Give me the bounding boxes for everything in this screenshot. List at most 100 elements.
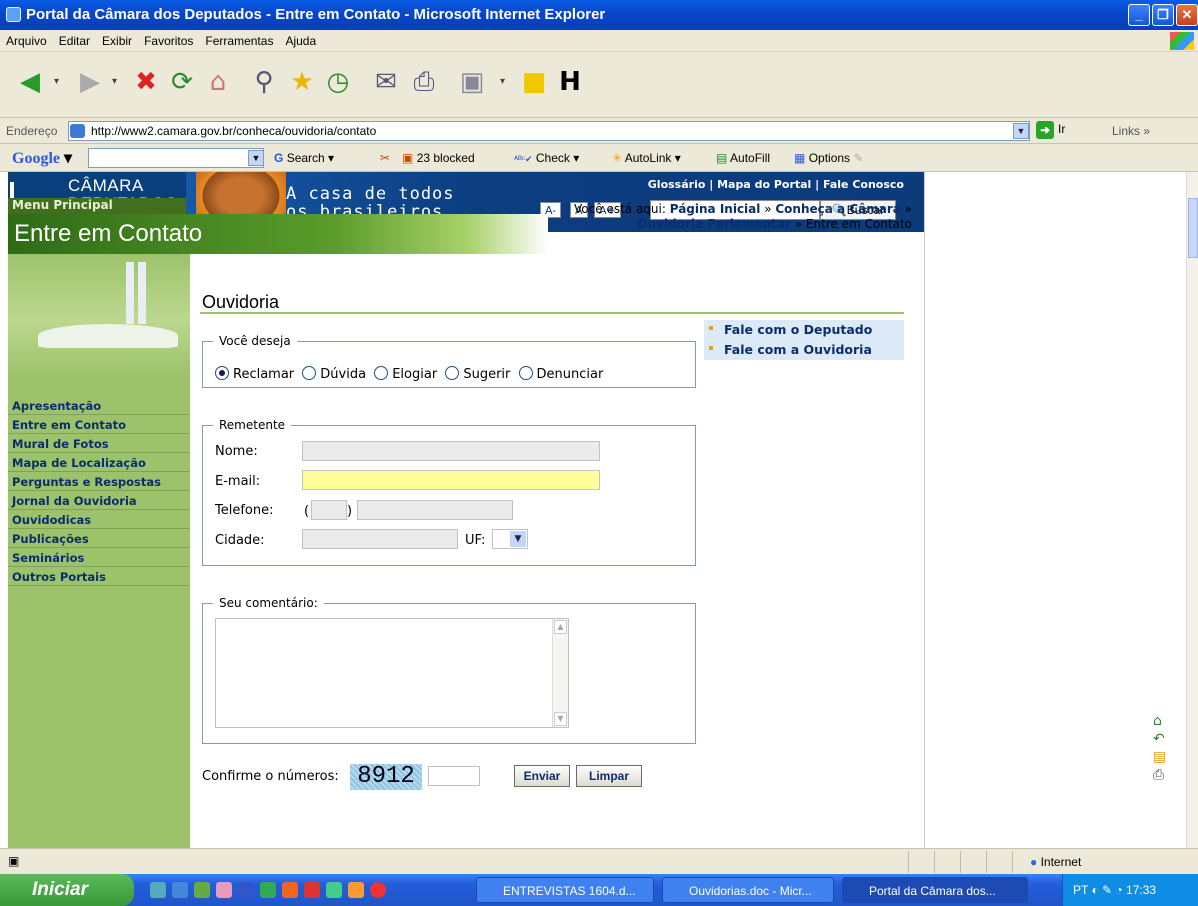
edit-icon[interactable]: ▣: [452, 60, 492, 104]
quicklaunch-browser-icon[interactable]: [172, 882, 188, 898]
task-ouvidorias[interactable]: Ouvidorias.doc - Micr...: [662, 877, 834, 903]
minimize-button[interactable]: _: [1128, 4, 1150, 26]
quicklaunch-excel-icon[interactable]: [260, 882, 276, 898]
note-tool-icon[interactable]: ▤: [1153, 748, 1166, 766]
stop-icon[interactable]: ✖: [126, 60, 166, 104]
history-icon[interactable]: ◷: [318, 60, 358, 104]
options-button[interactable]: ▦ Options ✎: [794, 151, 863, 165]
radio-denunciar[interactable]: [518, 366, 533, 380]
phone-number-field[interactable]: [357, 500, 513, 520]
autofill-button[interactable]: ▤ AutoFill: [716, 151, 770, 165]
go-label: Ir: [1058, 122, 1066, 137]
scroll-thumb[interactable]: [1188, 198, 1198, 258]
search-icon[interactable]: ⚲: [244, 60, 284, 104]
home-icon[interactable]: ⌂: [198, 60, 238, 104]
menu-exibir[interactable]: Exibir: [96, 30, 138, 48]
popup-blocker-button[interactable]: ▣ 23 blocked: [402, 151, 475, 165]
address-input[interactable]: http://www2.camara.gov.br/conheca/ouvido…: [68, 121, 1030, 141]
start-button[interactable]: Iniciar: [0, 874, 134, 906]
page-scrollbar[interactable]: [1186, 172, 1198, 848]
back-tool-icon[interactable]: ↶: [1153, 730, 1166, 748]
phone-area-code-field[interactable]: [311, 500, 347, 520]
quicklaunch-record-icon[interactable]: [370, 882, 386, 898]
nav-seminarios[interactable]: Seminários: [8, 548, 190, 567]
close-button[interactable]: ✕: [1176, 4, 1198, 26]
maximize-button[interactable]: ❐: [1152, 4, 1174, 26]
refresh-icon[interactable]: ⟳: [162, 60, 202, 104]
send-button[interactable]: Enviar: [514, 765, 570, 787]
radio-reclamar[interactable]: [215, 366, 229, 380]
nav-publicacoes[interactable]: Publicações: [8, 529, 190, 548]
wish-radio-group: Reclamar Dúvida Elogiar Sugerir Denuncia…: [215, 366, 607, 382]
nav-outros-portais[interactable]: Outros Portais: [8, 567, 190, 586]
google-logo[interactable]: Google ▾: [12, 148, 72, 168]
menu-favoritos[interactable]: Favoritos: [138, 30, 199, 48]
quicklaunch-firefox-icon[interactable]: [282, 882, 298, 898]
link-fale-com-deputado[interactable]: Fale com o Deputado: [704, 320, 904, 340]
menu-ferramentas[interactable]: Ferramentas: [199, 30, 279, 48]
main-nav: Apresentação Entre em Contato Mural de F…: [8, 396, 190, 586]
go-button[interactable]: ➜ Ir: [1036, 121, 1065, 139]
menu-header: Menu Principal: [8, 198, 186, 214]
print-icon[interactable]: ⎙: [404, 60, 444, 104]
scroll-up-icon[interactable]: ▲: [554, 620, 567, 634]
nav-apresentacao[interactable]: Apresentação: [8, 396, 190, 415]
breadcrumb-home[interactable]: Página Inicial: [670, 202, 761, 216]
google-dropdown[interactable]: ▼: [248, 150, 264, 166]
links-button[interactable]: Links »: [1112, 124, 1150, 138]
spell-check-button[interactable]: ᴬᴮᶜ✔ Check ▾: [514, 151, 579, 165]
breadcrumb-ouvidoria[interactable]: Ouvidoria Parlamentar: [637, 217, 790, 231]
go-arrow-icon: ➜: [1036, 121, 1054, 139]
quicklaunch-ie-icon[interactable]: [150, 882, 166, 898]
messenger-icon[interactable]: ■: [514, 60, 554, 104]
nav-perguntas-e-respostas[interactable]: Perguntas e Respostas: [8, 472, 190, 491]
quicklaunch-app-icon[interactable]: [194, 882, 210, 898]
nav-mapa-de-localizacao[interactable]: Mapa de Localização: [8, 453, 190, 472]
forward-icon[interactable]: ▶: [70, 60, 110, 104]
menu-editar[interactable]: Editar: [53, 30, 96, 48]
h-icon[interactable]: H: [550, 60, 590, 104]
favorites-icon[interactable]: ★: [282, 60, 322, 104]
clear-button[interactable]: Limpar: [576, 765, 642, 787]
city-field[interactable]: [302, 529, 458, 549]
radio-duvida-label: Dúvida: [320, 367, 367, 382]
back-icon[interactable]: ◀: [10, 60, 50, 104]
quicklaunch-ae-icon[interactable]: [304, 882, 320, 898]
link-fale-com-ouvidoria[interactable]: Fale com a Ouvidoria: [704, 340, 904, 360]
menu-ajuda[interactable]: Ajuda: [279, 30, 322, 48]
radio-duvida[interactable]: [302, 366, 317, 380]
language-indicator[interactable]: PT: [1073, 883, 1088, 897]
task-entrevistas[interactable]: ENTREVISTAS 1604.d...: [476, 877, 654, 903]
address-dropdown[interactable]: ▼: [1013, 123, 1029, 139]
uf-select[interactable]: ▼: [492, 529, 528, 549]
home-tool-icon[interactable]: ⌂: [1153, 712, 1166, 730]
quicklaunch-word-icon[interactable]: [238, 882, 254, 898]
nav-jornal-da-ouvidoria[interactable]: Jornal da Ouvidoria: [8, 491, 190, 510]
comment-textarea[interactable]: ▲ ▼: [215, 618, 569, 728]
quicklaunch-player-icon[interactable]: [348, 882, 364, 898]
nav-ouvidodicas[interactable]: Ouvidodicas: [8, 510, 190, 529]
google-search-input[interactable]: [88, 148, 264, 168]
nav-entre-em-contato[interactable]: Entre em Contato: [8, 415, 190, 434]
nav-mural-de-fotos[interactable]: Mural de Fotos: [8, 434, 190, 453]
mail-icon[interactable]: ✉: [366, 60, 406, 104]
comment-scrollbar[interactable]: ▲ ▼: [552, 619, 568, 727]
autolink-button[interactable]: ✳ AutoLink ▾: [612, 151, 681, 165]
breadcrumb-conheca[interactable]: Conheça a Câmara: [775, 202, 900, 216]
name-field[interactable]: [302, 441, 600, 461]
google-search-button[interactable]: G Search ▾: [274, 151, 334, 165]
breadcrumb: Você está aqui: Página Inicial » Conheça…: [574, 202, 912, 231]
address-label: Endereço: [6, 124, 58, 138]
quicklaunch-media-icon[interactable]: [326, 882, 342, 898]
menu-arquivo[interactable]: Arquivo: [0, 30, 53, 48]
radio-elogiar[interactable]: [374, 366, 389, 380]
autolink-label: AutoLink: [624, 151, 672, 165]
radio-sugerir[interactable]: [445, 366, 460, 380]
captcha-field[interactable]: [428, 766, 480, 786]
top-links[interactable]: Glossário | Mapa do Portal | Fale Conosc…: [648, 178, 904, 191]
scroll-down-icon[interactable]: ▼: [554, 712, 567, 726]
print-tool-icon[interactable]: ⎙: [1153, 766, 1166, 784]
email-field[interactable]: [302, 470, 600, 490]
quicklaunch-desktop-icon[interactable]: [216, 882, 232, 898]
task-portal-camara[interactable]: Portal da Câmara dos...: [842, 877, 1028, 903]
